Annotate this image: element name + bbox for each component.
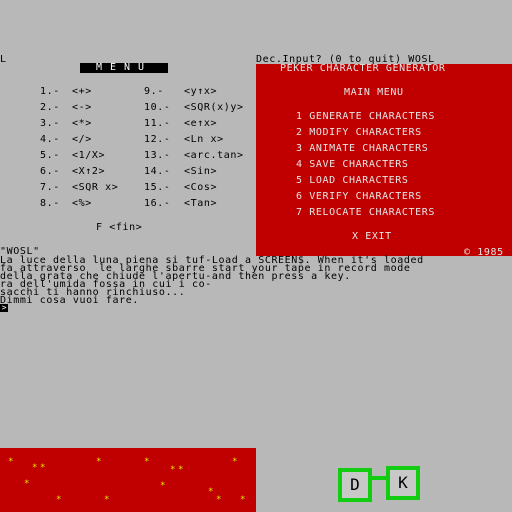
menu-item-operation[interactable]: <-> — [72, 103, 92, 113]
menu-item-operation[interactable]: <Tan> — [184, 199, 217, 209]
peker-panel: PEKER CHARACTER GENERATOR MAIN MENU 1 GE… — [256, 63, 512, 258]
star-icon: * — [8, 457, 14, 467]
peker-exit[interactable]: X EXIT — [352, 232, 392, 242]
menu-item-operation[interactable]: <y↑x> — [184, 87, 217, 97]
menu-item-operation[interactable]: <arc.tan> — [184, 151, 244, 161]
star-icon: * — [240, 495, 246, 505]
menu-item-number: 6.- — [40, 166, 60, 177]
star-icon: * — [160, 481, 166, 491]
peker-option-7[interactable]: 7 RELOCATE CHARACTERS — [296, 208, 435, 218]
peker-option-1[interactable]: 1 GENERATE CHARACTERS — [296, 112, 435, 122]
menu-item-number: 1.- — [40, 86, 60, 97]
key-k[interactable]: K — [386, 466, 420, 500]
menu-item-operation[interactable]: <Cos> — [184, 183, 217, 193]
top-left-char: L — [0, 54, 7, 65]
peker-option-5[interactable]: 5 LOAD CHARACTERS — [296, 176, 409, 186]
peker-option-2[interactable]: 2 MODIFY CHARACTERS — [296, 128, 422, 138]
menu-item-number: 2.- — [40, 102, 60, 113]
menu-item-number: 7.- — [40, 182, 60, 193]
menu-item-operation[interactable]: <Ln x> — [184, 135, 224, 145]
star-icon: * — [144, 457, 150, 467]
star-icon: * — [170, 465, 176, 475]
menu-item-number: 10.- — [144, 102, 171, 113]
menu-item-operation[interactable]: <e↑x> — [184, 119, 217, 129]
menu-item-number: 15.- — [144, 182, 171, 193]
menu-item-number: 3.- — [40, 118, 60, 129]
starfield-area: * * * * * * * * * * * * * * * — [0, 448, 256, 512]
star-icon: * — [104, 495, 110, 505]
star-icon: * — [178, 465, 184, 475]
star-icon: * — [216, 495, 222, 505]
menu-item-number: 4.- — [40, 134, 60, 145]
menu-item-number: 9.- — [144, 86, 164, 97]
peker-option-3[interactable]: 3 ANIMATE CHARACTERS — [296, 144, 428, 154]
star-icon: * — [32, 463, 38, 473]
star-icon: * — [96, 457, 102, 467]
peker-title: PEKER CHARACTER GENERATOR — [280, 63, 446, 74]
menu-item-number: 14.- — [144, 166, 171, 177]
key-d[interactable]: D — [338, 468, 372, 502]
menu-title: MENU — [80, 63, 168, 73]
menu-item-number: 13.- — [144, 150, 171, 161]
menu-item-operation[interactable]: <SQR x> — [72, 183, 118, 193]
menu-item-operation[interactable]: <Sin> — [184, 167, 217, 177]
star-icon: * — [40, 463, 46, 473]
story-line-6: Dimmi cosa vuoi fare. — [0, 295, 140, 306]
peker-option-6[interactable]: 6 VERIFY CHARACTERS — [296, 192, 422, 202]
peker-option-4[interactable]: 4 SAVE CHARACTERS — [296, 160, 409, 170]
menu-item-number: 11.- — [144, 118, 171, 129]
menu-item-number: 16.- — [144, 198, 171, 209]
menu-item-operation[interactable]: <*> — [72, 119, 92, 129]
star-icon: * — [24, 479, 30, 489]
menu-item-operation[interactable]: <SQR(x)y> — [184, 103, 244, 113]
menu-item-number: 8.- — [40, 198, 60, 209]
menu-item-operation[interactable]: <X↑2> — [72, 167, 105, 177]
peker-copyright: © 1985 — [464, 247, 504, 258]
menu-item-operation[interactable]: <1/X> — [72, 151, 105, 161]
star-icon: * — [208, 487, 214, 497]
menu-item-number: 12.- — [144, 134, 171, 145]
menu-item-operation[interactable]: </> — [72, 135, 92, 145]
menu-item-operation[interactable]: <%> — [72, 199, 92, 209]
peker-subtitle: MAIN MENU — [344, 87, 404, 98]
star-icon: * — [56, 495, 62, 505]
menu-fin[interactable]: F <fin> — [96, 223, 142, 233]
star-icon: * — [232, 457, 238, 467]
menu-item-number: 5.- — [40, 150, 60, 161]
menu-item-operation[interactable]: <+> — [72, 87, 92, 97]
input-cursor[interactable]: > — [0, 304, 8, 312]
